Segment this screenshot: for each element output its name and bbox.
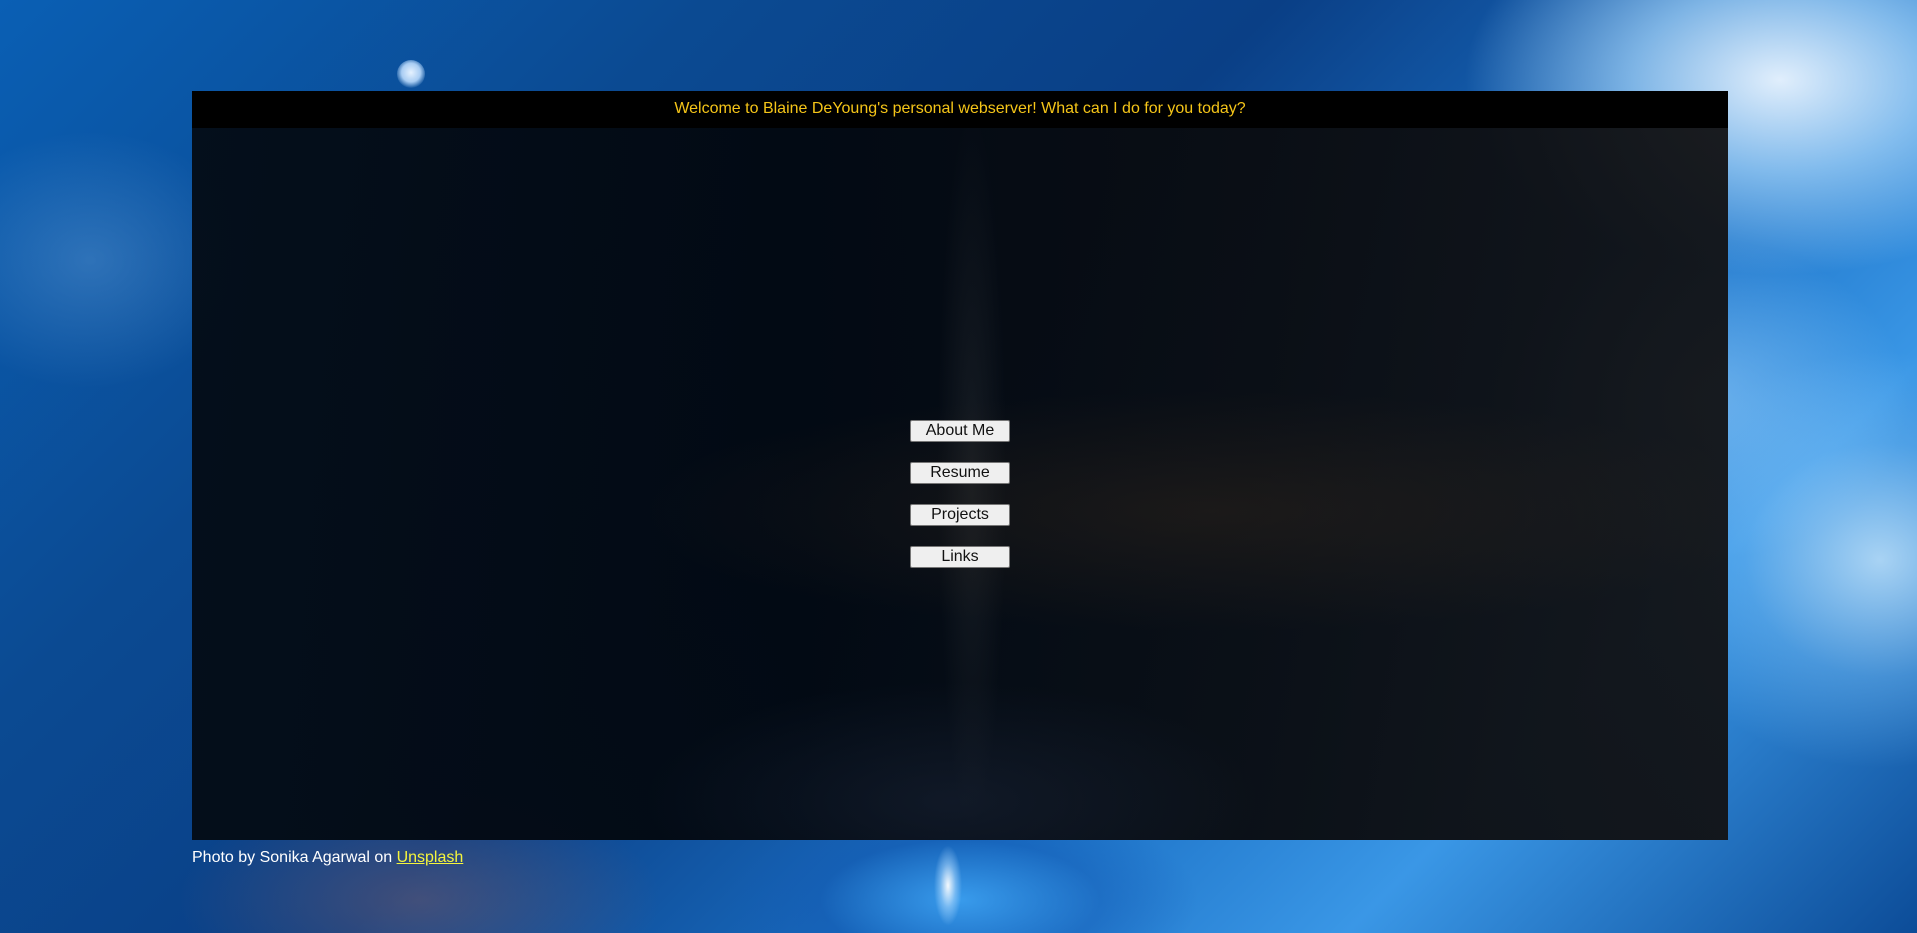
photo-credit-text: Photo by Sonika Agarwal on xyxy=(192,849,397,866)
links-button[interactable]: Links xyxy=(910,546,1010,568)
nav-menu: About Me Resume Projects Links xyxy=(192,420,1728,568)
resume-button[interactable]: Resume xyxy=(910,462,1010,484)
photo-credit: Photo by Sonika Agarwal on Unsplash xyxy=(192,848,463,868)
background-water-splash xyxy=(928,838,968,933)
welcome-banner: Welcome to Blaine DeYoung's personal web… xyxy=(192,91,1728,128)
background-water-droplet xyxy=(397,60,425,88)
unsplash-link[interactable]: Unsplash xyxy=(397,849,464,866)
welcome-text: Welcome to Blaine DeYoung's personal web… xyxy=(674,100,1246,117)
about-me-button[interactable]: About Me xyxy=(910,420,1010,442)
main-panel: Welcome to Blaine DeYoung's personal web… xyxy=(192,91,1728,840)
projects-button[interactable]: Projects xyxy=(910,504,1010,526)
